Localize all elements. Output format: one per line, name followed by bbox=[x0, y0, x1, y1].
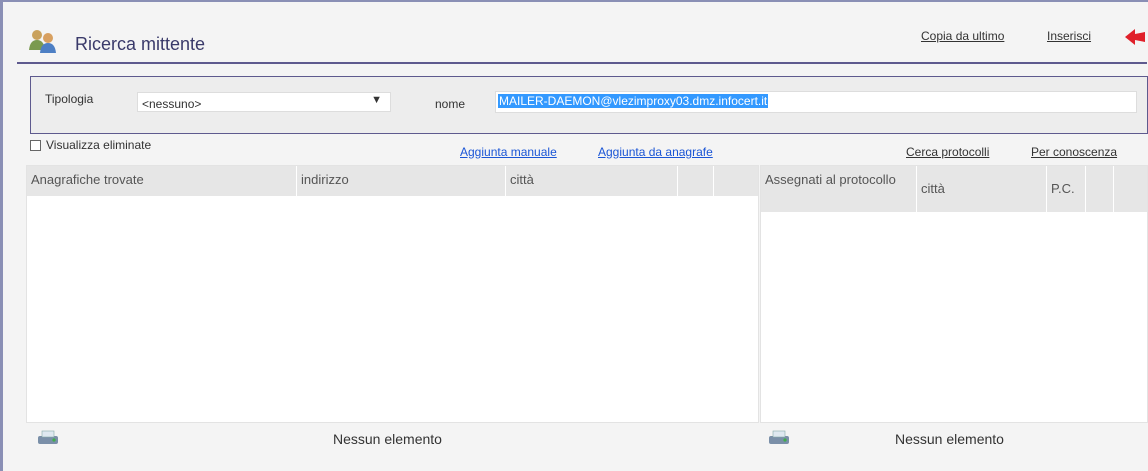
assigned-grid: Assegnati al protocollo città P.C. bbox=[760, 165, 1148, 423]
column-header[interactable]: P.C. bbox=[1047, 166, 1086, 212]
nome-label: nome bbox=[435, 97, 466, 111]
copy-from-last-link[interactable]: Copia da ultimo bbox=[921, 29, 1004, 43]
search-protocols-link[interactable]: Cerca protocolli bbox=[906, 145, 989, 159]
column-header[interactable] bbox=[1114, 166, 1148, 212]
tipologia-select[interactable]: <nessuno> ▼ bbox=[137, 92, 391, 112]
nome-value: MAILER-DAEMON@vlezimproxy03.dmz.infocert… bbox=[498, 94, 769, 108]
column-header[interactable]: Anagrafiche trovate bbox=[27, 166, 297, 196]
grid-header: Anagrafiche trovate indirizzo città bbox=[27, 166, 758, 196]
add-manual-link[interactable]: Aggiunta manuale bbox=[460, 145, 557, 159]
show-deleted-label: Visualizza eliminate bbox=[46, 138, 152, 152]
show-deleted-checkbox[interactable] bbox=[30, 140, 41, 151]
chevron-down-icon: ▼ bbox=[371, 94, 382, 106]
header: Ricerca mittente Copia da ultimo Inseris… bbox=[17, 26, 1147, 64]
right-empty-text: Nessun elemento bbox=[895, 431, 1004, 447]
print-icon[interactable] bbox=[36, 430, 60, 446]
filter-panel: Tipologia <nessuno> ▼ nome MAILER-DAEMON… bbox=[30, 76, 1148, 134]
column-header[interactable] bbox=[678, 166, 714, 196]
column-header[interactable]: Assegnati al protocollo bbox=[761, 166, 917, 212]
for-knowledge-link[interactable]: Per conoscenza bbox=[1031, 145, 1117, 159]
users-search-icon bbox=[29, 30, 56, 53]
tipologia-value: <nessuno> bbox=[142, 97, 202, 111]
column-header[interactable] bbox=[714, 166, 760, 196]
column-header[interactable]: città bbox=[506, 166, 678, 196]
window-frame: Ricerca mittente Copia da ultimo Inseris… bbox=[0, 0, 1148, 471]
column-header[interactable]: città bbox=[917, 166, 1047, 212]
nome-input[interactable]: MAILER-DAEMON@vlezimproxy03.dmz.infocert… bbox=[495, 91, 1137, 113]
column-header[interactable] bbox=[1086, 166, 1114, 212]
grid-header: Assegnati al protocollo città P.C. bbox=[761, 166, 1147, 212]
insert-link[interactable]: Inserisci bbox=[1047, 29, 1091, 43]
print-icon[interactable] bbox=[767, 430, 791, 446]
page-title: Ricerca mittente bbox=[75, 34, 206, 54]
tipologia-label: Tipologia bbox=[45, 92, 94, 106]
found-registry-grid: Anagrafiche trovate indirizzo città bbox=[26, 165, 759, 423]
left-empty-text: Nessun elemento bbox=[333, 431, 442, 447]
add-from-registry-link[interactable]: Aggiunta da anagrafe bbox=[598, 145, 713, 159]
column-header[interactable]: indirizzo bbox=[297, 166, 506, 196]
back-arrow-icon[interactable] bbox=[1123, 26, 1147, 48]
